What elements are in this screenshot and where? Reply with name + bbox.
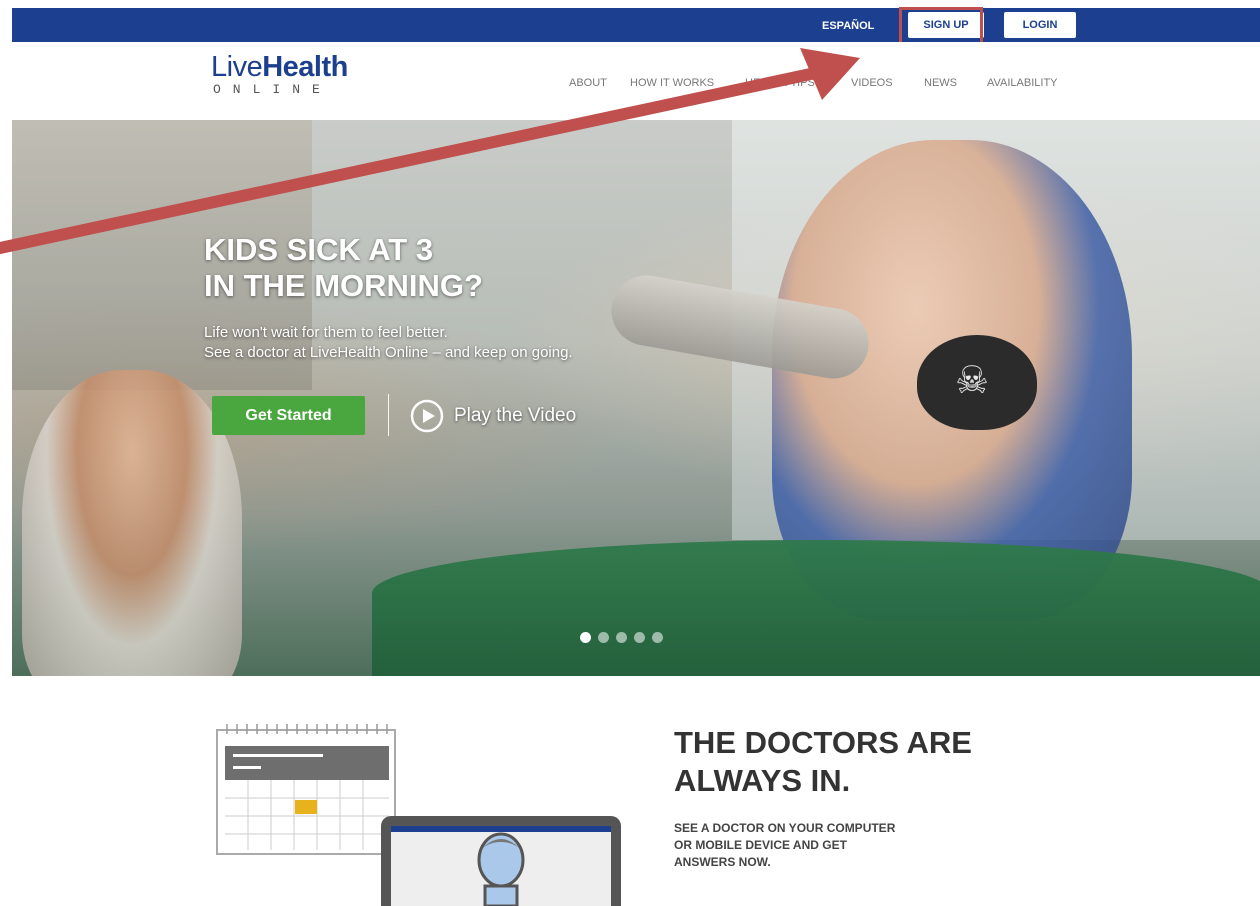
livehealth-logo[interactable]: LiveHealth ONLINE (211, 52, 348, 98)
hero-subtext-line2: See a doctor at LiveHealth Online – and … (204, 344, 573, 361)
carousel-dot-4[interactable] (634, 632, 645, 643)
get-started-button[interactable]: Get Started (212, 396, 365, 435)
nav-how-it-works[interactable]: HOW IT WORKS (630, 77, 714, 89)
hero-headline-line1: KIDS SICK AT 3 (204, 232, 434, 267)
hero-photo-child-left (22, 370, 242, 676)
carousel-dot-5[interactable] (652, 632, 663, 643)
hero-photo-basket (372, 540, 1260, 676)
section-subtext-line2: OR MOBILE DEVICE AND GET (674, 838, 847, 852)
logo-live: Live (211, 51, 263, 83)
nav-news[interactable]: NEWS (924, 77, 957, 89)
logo-health: Health (262, 51, 348, 83)
doctor-illustration (215, 720, 635, 906)
play-circle-icon (410, 399, 444, 433)
nav-availability[interactable]: AVAILABILITY (987, 77, 1058, 89)
site-header: LiveHealth ONLINE ABOUT HOW IT WORKS HEA… (12, 42, 1260, 120)
carousel-dot-2[interactable] (598, 632, 609, 643)
logo-online: ONLINE (213, 82, 332, 97)
hero-banner: ☠ (12, 120, 1260, 676)
calendar-icon (216, 724, 621, 906)
hero-subtext: Life won't wait for them to feel better.… (204, 323, 764, 363)
espanol-link[interactable]: ESPAÑOL (822, 20, 874, 32)
hero-photo-eyepatch: ☠ (917, 335, 1037, 430)
utility-bar: ESPAÑOL SIGN UP LOGIN (12, 8, 1260, 42)
section-headline-line2: ALWAYS IN. (674, 763, 851, 798)
nav-videos[interactable]: VIDEOS (851, 77, 893, 89)
carousel-dot-3[interactable] (616, 632, 627, 643)
hero-headline: KIDS SICK AT 3 IN THE MORNING? (204, 232, 764, 304)
nav-health-tips[interactable]: HEALTH TIPS (745, 77, 815, 89)
carousel-dot-1[interactable] (580, 632, 591, 643)
section-headline-line1: THE DOCTORS ARE (674, 725, 972, 760)
section-subtext: SEE A DOCTOR ON YOUR COMPUTER OR MOBILE … (674, 820, 895, 871)
play-video-link[interactable]: Play the Video (410, 397, 576, 435)
hero-divider (388, 394, 389, 436)
hero-headline-line2: IN THE MORNING? (204, 268, 483, 303)
section-subtext-line3: ANSWERS NOW. (674, 855, 771, 869)
section-subtext-line1: SEE A DOCTOR ON YOUR COMPUTER (674, 821, 896, 835)
nav-about[interactable]: ABOUT (569, 77, 607, 89)
carousel-dots (580, 630, 670, 643)
hero-subtext-line1: Life won't wait for them to feel better. (204, 324, 448, 341)
section-headline: THE DOCTORS ARE ALWAYS IN. (674, 724, 972, 800)
logo-wordmark: LiveHealth (211, 52, 348, 82)
play-video-label: Play the Video (454, 405, 577, 426)
doctor-on-screen-icon (381, 816, 621, 906)
skull-icon: ☠ (955, 360, 990, 402)
login-button[interactable]: LOGIN (1004, 12, 1076, 38)
